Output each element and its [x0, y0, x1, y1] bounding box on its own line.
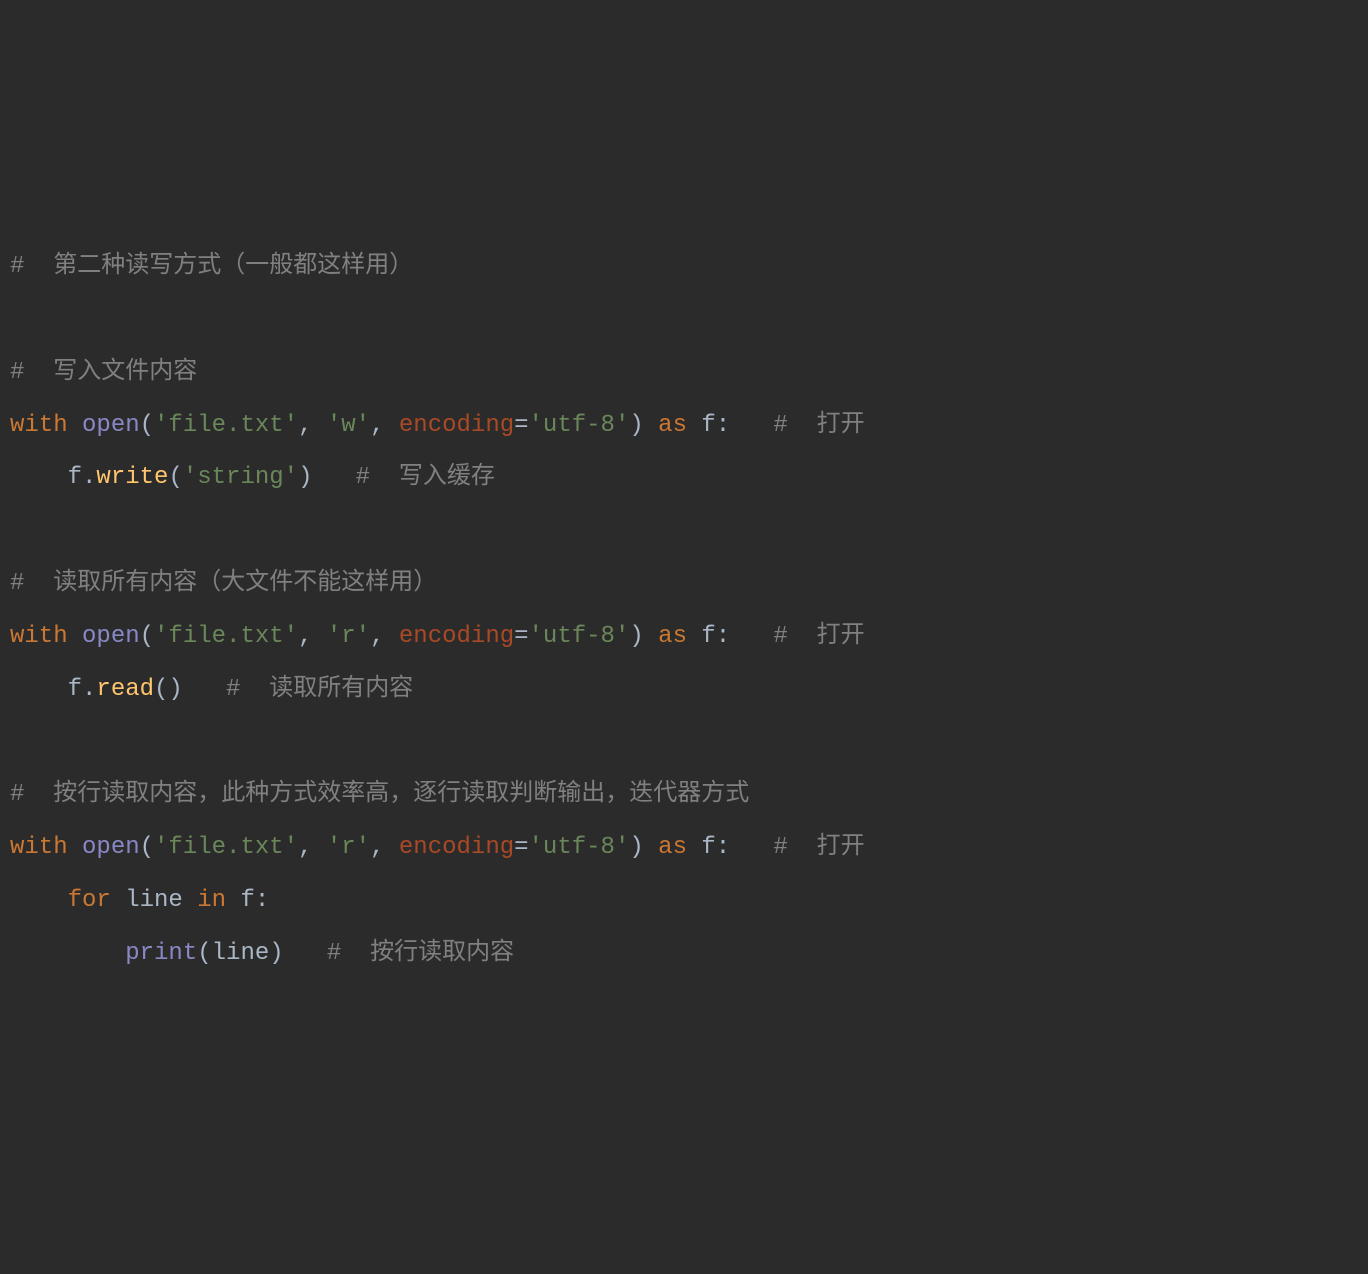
token-ident	[10, 940, 125, 967]
token-func: write	[96, 464, 168, 491]
token-string: 'file.txt'	[154, 412, 298, 439]
token-ident: f.	[10, 676, 96, 703]
token-punct: :	[716, 412, 774, 439]
code-line[interactable]: with open('file.txt', 'r', encoding='utf…	[10, 822, 1358, 875]
code-line[interactable]: print(line) # 按行读取内容	[10, 928, 1358, 981]
token-punct: =	[514, 412, 528, 439]
code-line[interactable]: # 按行读取内容，此种方式效率高，逐行读取判断输出，迭代器方式	[10, 769, 1358, 822]
token-comment: # 打开	[773, 623, 864, 650]
code-line[interactable]	[10, 505, 1358, 558]
token-ident: f	[701, 834, 715, 861]
token-keyword: for	[68, 887, 126, 914]
token-string: 'utf-8'	[529, 412, 630, 439]
token-punct: (	[140, 834, 154, 861]
token-ident: f	[701, 412, 715, 439]
token-punct: ,	[298, 623, 327, 650]
token-punct: )	[629, 834, 658, 861]
token-comment: # 打开	[773, 412, 864, 439]
code-line[interactable]: with open('file.txt', 'r', encoding='utf…	[10, 611, 1358, 664]
token-builtin: open	[82, 412, 140, 439]
token-keyword: with	[10, 623, 82, 650]
token-punct: ,	[370, 623, 399, 650]
token-string: 'r'	[327, 834, 370, 861]
token-string: 'file.txt'	[154, 623, 298, 650]
token-comment: # 打开	[773, 834, 864, 861]
token-comment: # 读取所有内容（大文件不能这样用）	[10, 570, 437, 597]
token-punct: :	[716, 834, 774, 861]
code-line[interactable]	[10, 294, 1358, 347]
token-string: 'w'	[327, 412, 370, 439]
token-comment: # 按行读取内容，此种方式效率高，逐行读取判断输出，迭代器方式	[10, 781, 749, 808]
token-punct: ,	[298, 834, 327, 861]
code-line[interactable]: f.write('string') # 写入缓存	[10, 452, 1358, 505]
token-comment: # 写入缓存	[356, 464, 495, 491]
token-param: encoding	[399, 412, 514, 439]
token-ident: f	[701, 623, 715, 650]
token-ident: f.	[10, 464, 96, 491]
token-punct: (	[140, 623, 154, 650]
token-keyword: in	[197, 887, 240, 914]
token-keyword: as	[658, 834, 701, 861]
token-punct: )	[629, 623, 658, 650]
token-punct: (line)	[197, 940, 327, 967]
code-line[interactable]: for line in f:	[10, 875, 1358, 928]
token-punct: =	[514, 623, 528, 650]
token-builtin: open	[82, 623, 140, 650]
code-line[interactable]: # 读取所有内容（大文件不能这样用）	[10, 558, 1358, 611]
code-line[interactable]: with open('file.txt', 'w', encoding='utf…	[10, 400, 1358, 453]
token-builtin: open	[82, 834, 140, 861]
token-builtin: print	[125, 940, 197, 967]
token-param: encoding	[399, 623, 514, 650]
token-param: encoding	[399, 834, 514, 861]
code-line[interactable]: # 写入文件内容	[10, 347, 1358, 400]
token-ident	[10, 887, 68, 914]
token-comment: # 第二种读写方式（一般都这样用）	[10, 253, 413, 280]
token-keyword: with	[10, 834, 82, 861]
token-ident: line	[125, 887, 197, 914]
token-comment: # 读取所有内容	[226, 676, 413, 703]
token-string: 'utf-8'	[529, 834, 630, 861]
token-punct: :	[716, 623, 774, 650]
token-comment: # 按行读取内容	[327, 940, 514, 967]
token-punct: )	[629, 412, 658, 439]
code-line[interactable]: # 第二种读写方式（一般都这样用）	[10, 241, 1358, 294]
code-line[interactable]	[10, 716, 1358, 769]
token-comment: # 写入文件内容	[10, 359, 197, 386]
token-punct: :	[255, 887, 269, 914]
token-keyword: with	[10, 412, 82, 439]
token-func: read	[96, 676, 154, 703]
token-ident: f	[240, 887, 254, 914]
token-string: 'utf-8'	[529, 623, 630, 650]
token-punct: ,	[370, 412, 399, 439]
token-punct: (	[140, 412, 154, 439]
token-string: 'string'	[183, 464, 298, 491]
code-editor-viewport[interactable]: # 第二种读写方式（一般都这样用） # 写入文件内容with open('fil…	[10, 241, 1358, 980]
token-keyword: as	[658, 412, 701, 439]
token-punct: ,	[370, 834, 399, 861]
token-keyword: as	[658, 623, 701, 650]
token-string: 'r'	[327, 623, 370, 650]
token-string: 'file.txt'	[154, 834, 298, 861]
token-punct: )	[298, 464, 356, 491]
token-punct: ,	[298, 412, 327, 439]
token-punct: =	[514, 834, 528, 861]
token-punct: (	[168, 464, 182, 491]
code-line[interactable]: f.read() # 读取所有内容	[10, 664, 1358, 717]
token-punct: ()	[154, 676, 226, 703]
